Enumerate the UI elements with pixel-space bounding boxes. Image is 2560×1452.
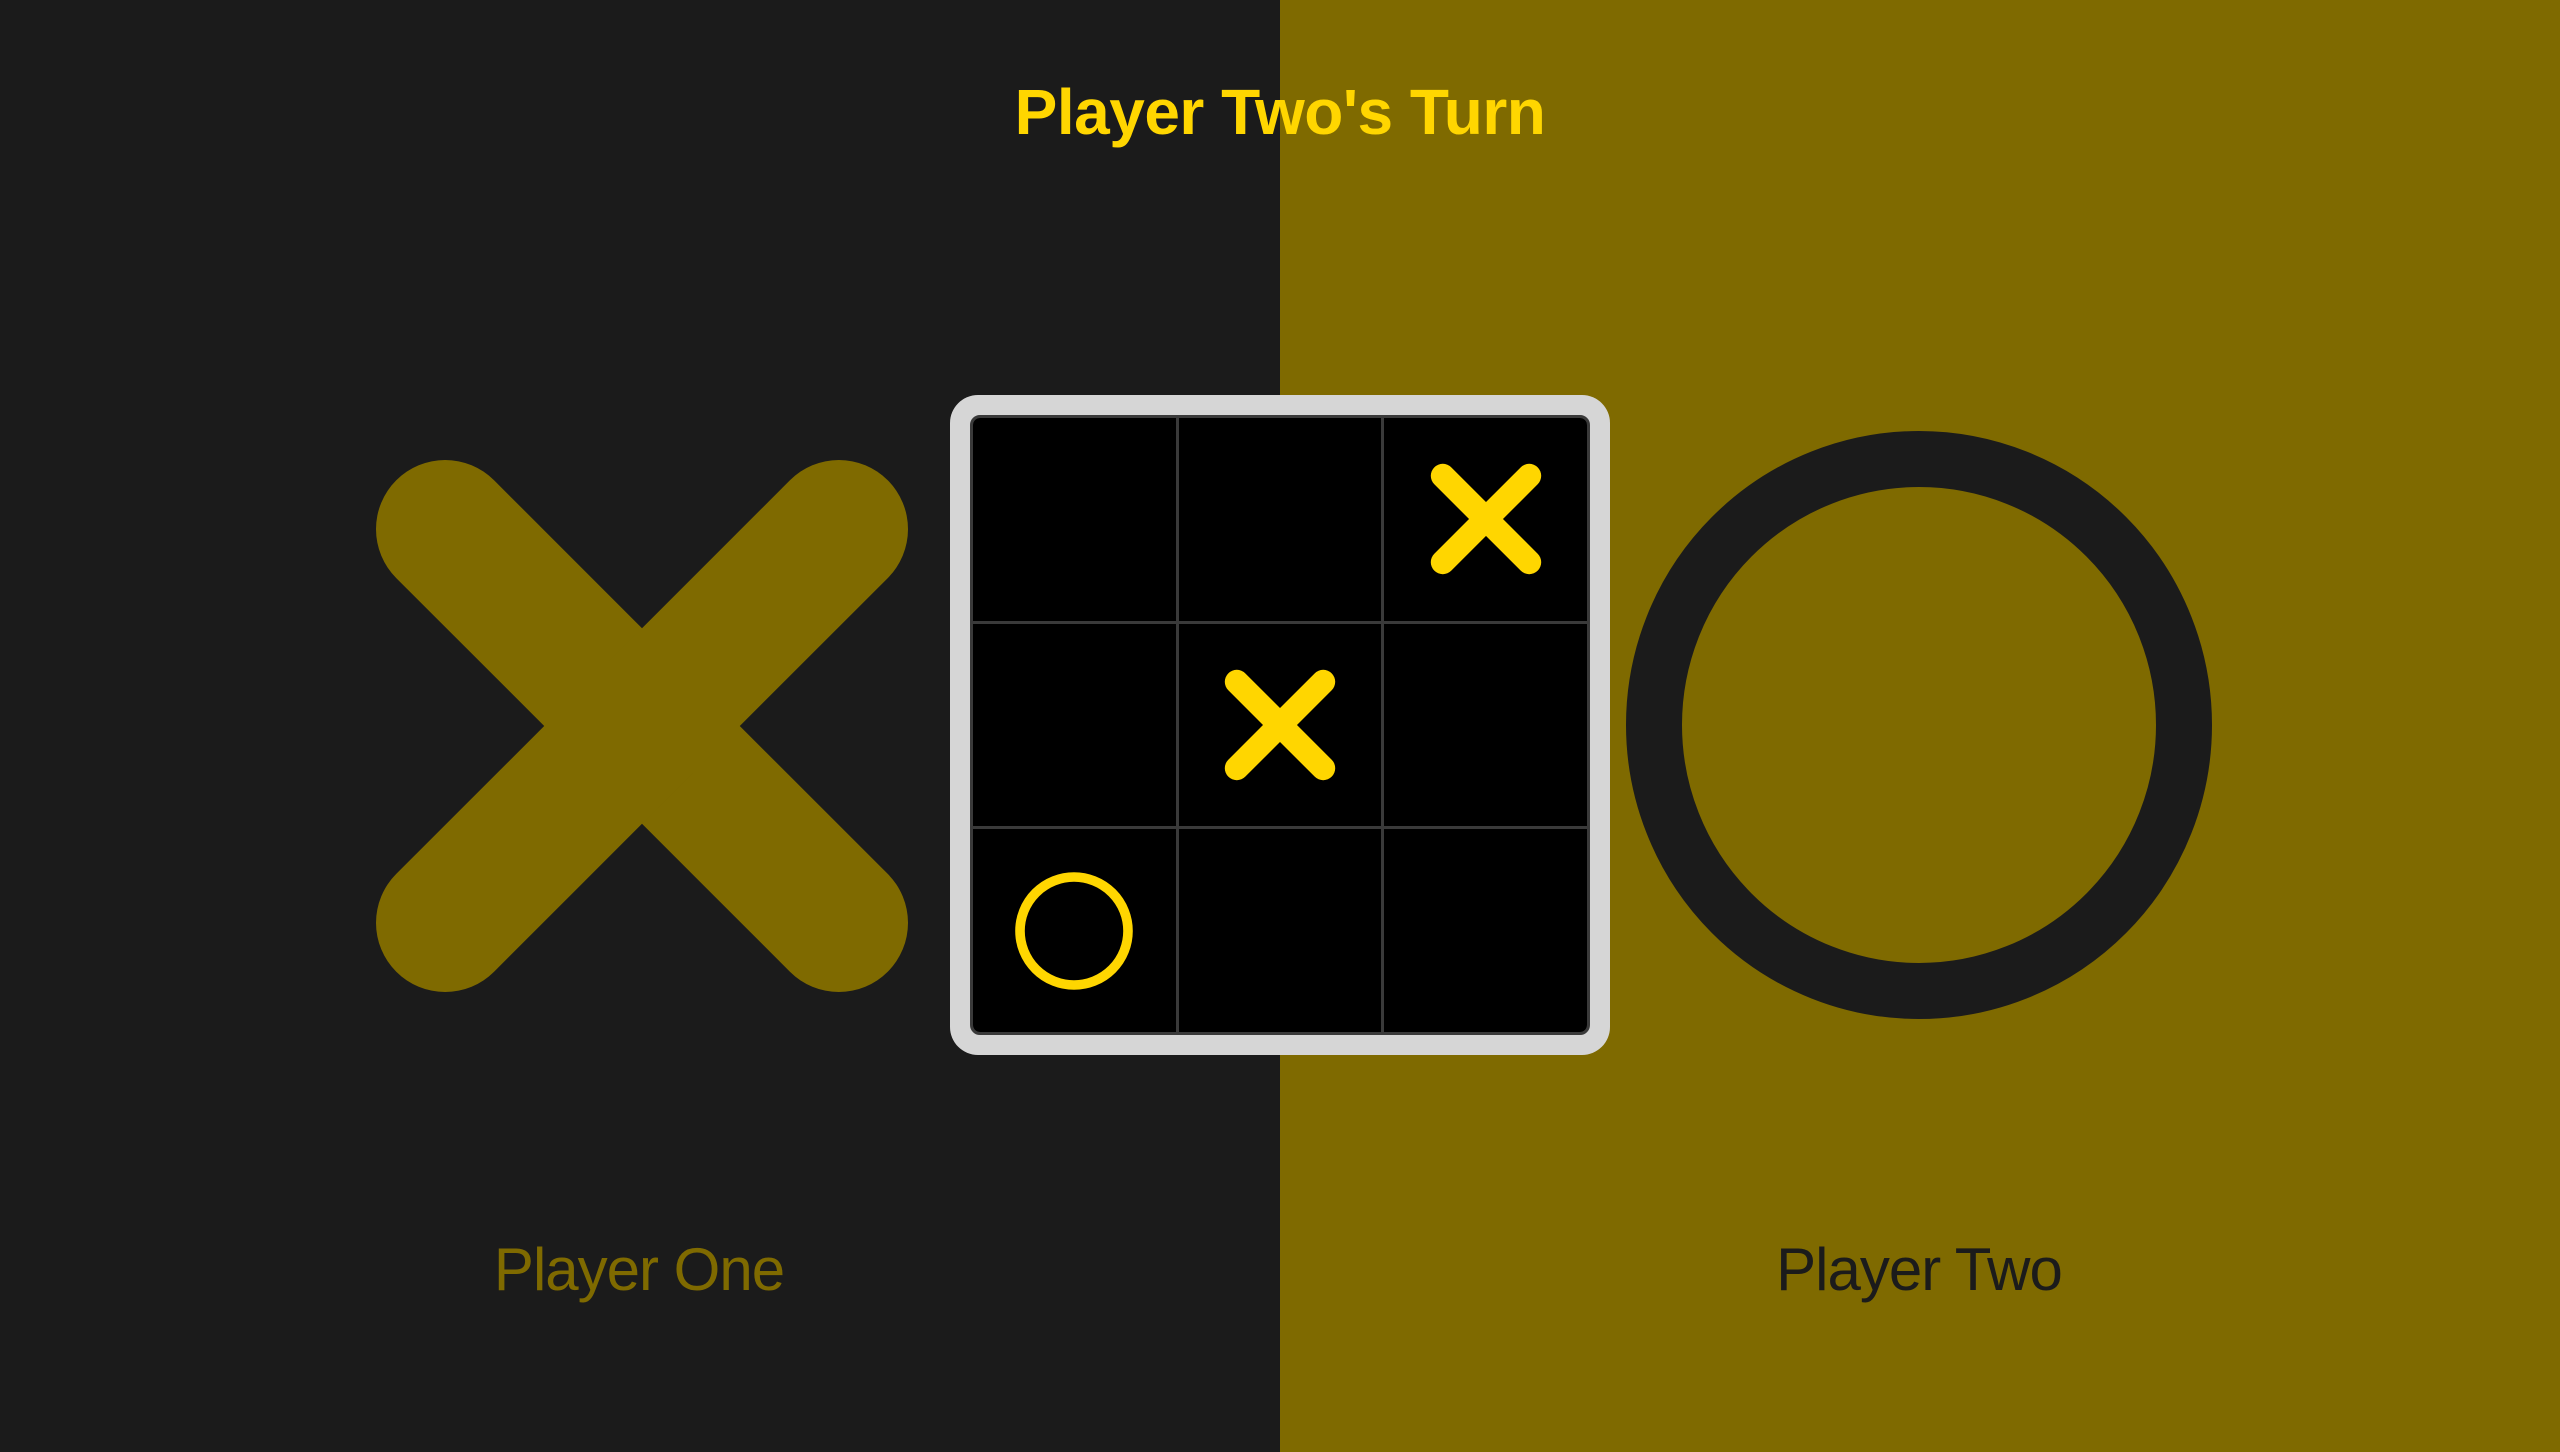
x-mark-icon (1426, 459, 1546, 579)
o-mark-icon (1014, 871, 1134, 991)
game-board-frame (950, 395, 1610, 1055)
game-board (970, 415, 1590, 1035)
board-cell[interactable] (1384, 623, 1587, 827)
x-mark-icon (1220, 665, 1340, 785)
board-cell[interactable] (973, 418, 1176, 621)
game-screen: Player Two's Turn Player One Player Two (0, 0, 2560, 1452)
board-cell[interactable] (1178, 623, 1382, 827)
board-cell[interactable] (973, 623, 1176, 827)
board-cell[interactable] (1178, 418, 1382, 621)
player-one-label: Player One (493, 1236, 785, 1303)
board-cell[interactable] (1178, 829, 1382, 1032)
board-cell[interactable] (973, 829, 1176, 1032)
board-cell[interactable] (1384, 829, 1587, 1032)
player-one-x-icon (376, 460, 908, 992)
player-two-o-icon (1624, 430, 2214, 1020)
board-cell[interactable] (1384, 418, 1587, 621)
player-two-label: Player Two (1776, 1236, 2063, 1303)
turn-indicator: Player Two's Turn (1014, 76, 1546, 148)
